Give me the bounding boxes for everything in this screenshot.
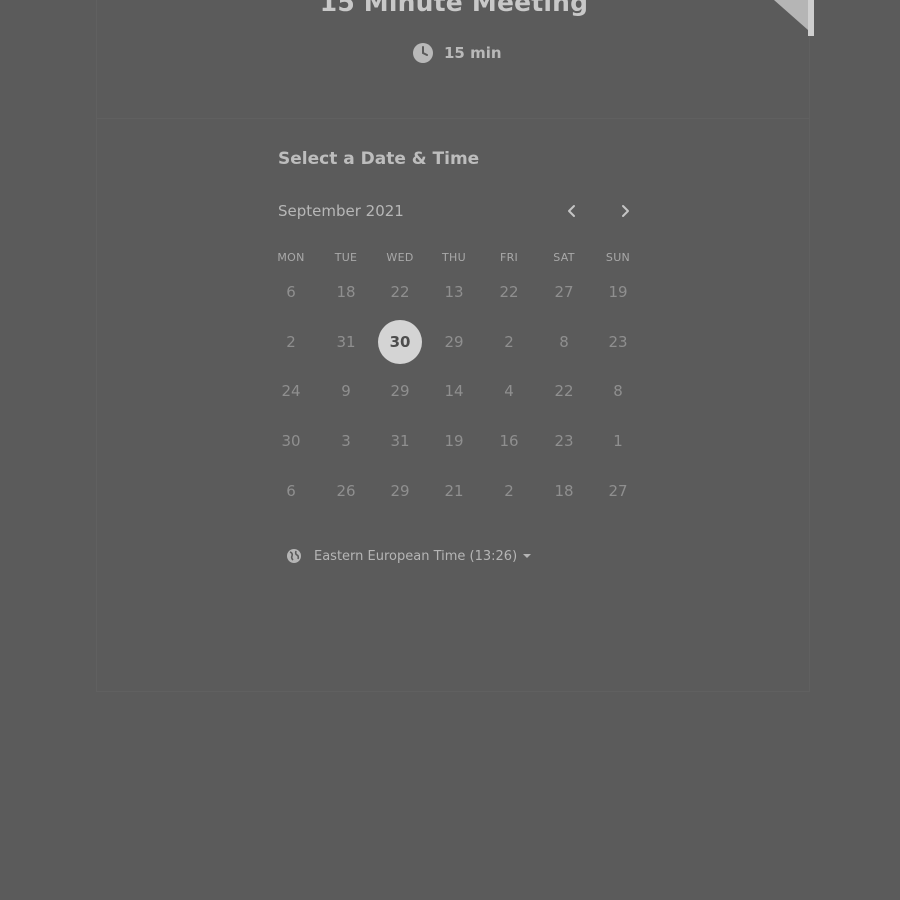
calendar-day: 16 <box>499 432 519 450</box>
calendar-day: 31 <box>336 333 356 351</box>
calendar-day: 23 <box>554 432 574 450</box>
calendar-day: 26 <box>336 482 356 500</box>
calendar-day: 27 <box>608 482 628 500</box>
calendar-day: 18 <box>554 482 574 500</box>
weekday-label: SAT <box>553 251 575 264</box>
calendar-day-selected[interactable]: 30 <box>378 320 422 364</box>
calendar-day: 31 <box>390 432 410 450</box>
timezone-selector[interactable]: Eastern European Time (13:26) <box>286 548 532 564</box>
month-label: September 2021 <box>278 202 404 220</box>
calendar-day: 22 <box>390 283 410 301</box>
scheduling-page: 15 Minute Meeting 15 min Select a Date &… <box>0 0 900 900</box>
weekday-label: WED <box>386 251 414 264</box>
event-title: 15 Minute Meeting <box>319 0 589 17</box>
next-month-button[interactable] <box>614 200 636 222</box>
calendar-day: 2 <box>286 333 296 351</box>
calendar-day: 6 <box>286 482 296 500</box>
weekday-label: MON <box>277 251 305 264</box>
calendar-day: 9 <box>341 382 351 400</box>
duration-label: 15 min <box>444 44 502 62</box>
calendar-day: 2 <box>504 333 514 351</box>
calendar-day: 19 <box>608 283 628 301</box>
calendar-day: 29 <box>444 333 464 351</box>
calendar-day: 22 <box>554 382 574 400</box>
calendar-day: 21 <box>444 482 464 500</box>
clock-icon <box>413 43 433 63</box>
calendar-day: 22 <box>499 283 519 301</box>
timezone-label: Eastern European Time (13:26) <box>314 548 518 564</box>
calendar-day: 3 <box>341 432 351 450</box>
calendar-day: 24 <box>281 382 301 400</box>
calendar-day: 1 <box>613 432 623 450</box>
calendar-day: 19 <box>444 432 464 450</box>
section-title: Select a Date & Time <box>278 149 480 169</box>
calendar-day: 29 <box>390 382 410 400</box>
calendar-day: 13 <box>444 283 464 301</box>
calendar-day: 8 <box>613 382 623 400</box>
calendar-day: 29 <box>390 482 410 500</box>
card-divider <box>96 118 810 119</box>
weekday-label: THU <box>442 251 466 264</box>
previous-month-button[interactable] <box>561 200 583 222</box>
calendar-day: 8 <box>559 333 569 351</box>
calendar-day: 4 <box>504 382 514 400</box>
globe-icon <box>287 549 301 563</box>
event-duration: 15 min <box>412 42 502 64</box>
chevron-right-icon <box>622 205 629 217</box>
calendar-day: 30 <box>281 432 301 450</box>
calendar-day: 6 <box>286 283 296 301</box>
weekday-label: SUN <box>605 251 631 264</box>
weekday-label: FRI <box>499 251 519 264</box>
chevron-left-icon <box>568 205 575 217</box>
weekday-label: TUE <box>334 251 358 264</box>
calendar-day: 14 <box>444 382 464 400</box>
calendar-day: 18 <box>336 283 356 301</box>
caret-down-icon <box>523 554 532 558</box>
calendar-day: 23 <box>608 333 628 351</box>
calendar-day: 2 <box>504 482 514 500</box>
calendar-day: 27 <box>554 283 574 301</box>
